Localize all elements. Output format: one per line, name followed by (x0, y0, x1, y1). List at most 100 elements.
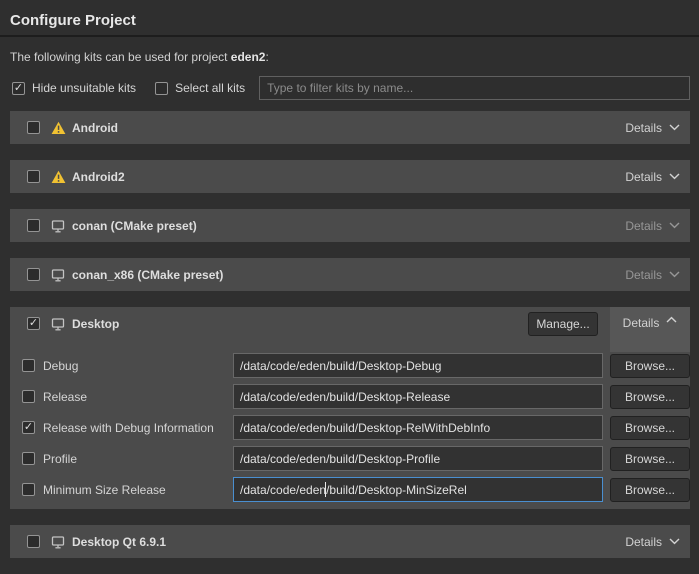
configure-project-page: Configure Project The following kits can… (0, 12, 699, 558)
build-dir-input-wrap (233, 446, 603, 471)
build-config-checkbox[interactable]: ✓ (22, 390, 35, 403)
browse-button[interactable]: Browse... (610, 478, 690, 502)
select-all-kits-checkbox[interactable]: ✓ Select all kits (155, 81, 245, 95)
chevron-down-icon (669, 124, 680, 131)
details-toggle[interactable]: Details (625, 170, 690, 184)
build-config-checkbox[interactable]: ✓ (22, 421, 35, 434)
kit-name: conan_x86 (CMake preset) (72, 268, 223, 282)
chevron-down-icon (669, 271, 680, 278)
kit-row: ✓ conan_x86 (CMake preset) Details (10, 258, 690, 291)
checkmark-icon: ✓ (22, 420, 35, 434)
kit-row: ✓ Desktop Manage... Details (10, 307, 690, 509)
chevron-up-icon (666, 316, 677, 323)
details-toggle[interactable]: Details (610, 307, 690, 352)
checkmark-icon: ✓ (27, 316, 40, 330)
project-name: eden2 (231, 50, 266, 64)
kit-checkbox[interactable]: ✓ (27, 268, 40, 281)
title-separator (0, 35, 699, 37)
build-dir-input-wrap (233, 384, 603, 409)
kit-row: ✓ conan (CMake preset) Details (10, 209, 690, 242)
build-config-label: Profile (43, 452, 77, 466)
kit-checkbox[interactable]: ✓ (27, 317, 40, 330)
build-dir-input[interactable] (233, 353, 603, 378)
hide-unsuitable-kits-label: Hide unsuitable kits (32, 81, 136, 95)
build-dir-input-wrap (233, 415, 603, 440)
build-config-row: ✓ Minimum Size Release Browse... (10, 477, 690, 502)
browse-button[interactable]: Browse... (610, 416, 690, 440)
build-config-label: Release with Debug Information (43, 421, 214, 435)
details-label: Details (623, 316, 660, 330)
kit-row: ✓ Desktop Qt 6.9.1 Details (10, 525, 690, 558)
build-config-checkbox-group[interactable]: ✓ Profile (22, 452, 233, 466)
toolbar: ✓ Hide unsuitable kits ✓ Select all kits (12, 76, 690, 100)
subtitle-colon: : (265, 50, 268, 64)
build-config-row: ✓ Release with Debug Information Browse.… (10, 415, 690, 440)
kit-name: Android2 (72, 170, 125, 184)
kit-name: Android (72, 121, 118, 135)
kit-checkbox[interactable]: ✓ (27, 535, 40, 548)
warning-icon (51, 121, 66, 135)
manage-button[interactable]: Manage... (528, 312, 598, 336)
build-dir-input[interactable] (233, 384, 603, 409)
build-configs: ✓ Debug Browse... ✓ Release Browse... ✓ … (10, 340, 690, 509)
build-dir-input[interactable] (233, 477, 603, 502)
checkbox-box: ✓ (12, 82, 25, 95)
page-title: Configure Project (10, 12, 689, 29)
browse-button[interactable]: Browse... (610, 447, 690, 471)
build-dir-input[interactable] (233, 415, 603, 440)
build-config-checkbox-group[interactable]: ✓ Release with Debug Information (22, 421, 233, 435)
chevron-down-icon (669, 538, 680, 545)
build-config-row: ✓ Release Browse... (10, 384, 690, 409)
chevron-down-icon (669, 173, 680, 180)
kit-checkbox[interactable]: ✓ (27, 219, 40, 232)
desktop-icon (51, 219, 66, 233)
kit-checkbox[interactable]: ✓ (27, 170, 40, 183)
build-config-row: ✓ Profile Browse... (10, 446, 690, 471)
details-label: Details (625, 535, 662, 549)
kits-subtitle: The following kits can be used for proje… (10, 50, 689, 64)
build-dir-input-wrap (233, 353, 603, 378)
browse-button[interactable]: Browse... (610, 385, 690, 409)
details-label: Details (625, 121, 662, 135)
details-toggle[interactable]: Details (625, 535, 690, 549)
desktop-icon (51, 535, 66, 549)
kit-header: ✓ conan (CMake preset) Details (10, 209, 690, 242)
build-config-label: Minimum Size Release (43, 483, 166, 497)
checkbox-box: ✓ (155, 82, 168, 95)
kit-header: ✓ Desktop Qt 6.9.1 Details (10, 525, 690, 558)
details-toggle[interactable]: Details (625, 121, 690, 135)
build-config-checkbox[interactable]: ✓ (22, 452, 35, 465)
build-dir-input[interactable] (233, 446, 603, 471)
chevron-down-icon (669, 222, 680, 229)
checkmark-icon: ✓ (12, 81, 25, 95)
hide-unsuitable-kits-checkbox[interactable]: ✓ Hide unsuitable kits (12, 81, 136, 95)
build-config-checkbox-group[interactable]: ✓ Minimum Size Release (22, 483, 233, 497)
kit-row: ✓ Android2 Details (10, 160, 690, 193)
kit-list: ✓ Android Details (10, 111, 690, 558)
details-toggle[interactable]: Details (625, 268, 690, 282)
kit-header: ✓ conan_x86 (CMake preset) Details (10, 258, 690, 291)
select-all-kits-label: Select all kits (175, 81, 245, 95)
kit-header: ✓ Android Details (10, 111, 690, 144)
details-label: Details (625, 170, 662, 184)
build-config-checkbox[interactable]: ✓ (22, 359, 35, 372)
kit-name: conan (CMake preset) (72, 219, 197, 233)
kit-name: Desktop (72, 317, 119, 331)
browse-button[interactable]: Browse... (610, 354, 690, 378)
text-caret (325, 482, 326, 497)
kit-row: ✓ Android Details (10, 111, 690, 144)
kit-checkbox[interactable]: ✓ (27, 121, 40, 134)
details-label: Details (625, 268, 662, 282)
build-config-checkbox-group[interactable]: ✓ Release (22, 390, 233, 404)
kit-header: ✓ Desktop Manage... Details (10, 307, 690, 340)
build-config-checkbox[interactable]: ✓ (22, 483, 35, 496)
build-config-checkbox-group[interactable]: ✓ Debug (22, 359, 233, 373)
details-label: Details (625, 219, 662, 233)
kit-header: ✓ Android2 Details (10, 160, 690, 193)
kit-filter-input[interactable] (259, 76, 690, 100)
kit-name: Desktop Qt 6.9.1 (72, 535, 166, 549)
warning-icon (51, 170, 66, 184)
build-dir-input-wrap (233, 477, 603, 502)
build-config-label: Release (43, 390, 87, 404)
details-toggle[interactable]: Details (625, 219, 690, 233)
